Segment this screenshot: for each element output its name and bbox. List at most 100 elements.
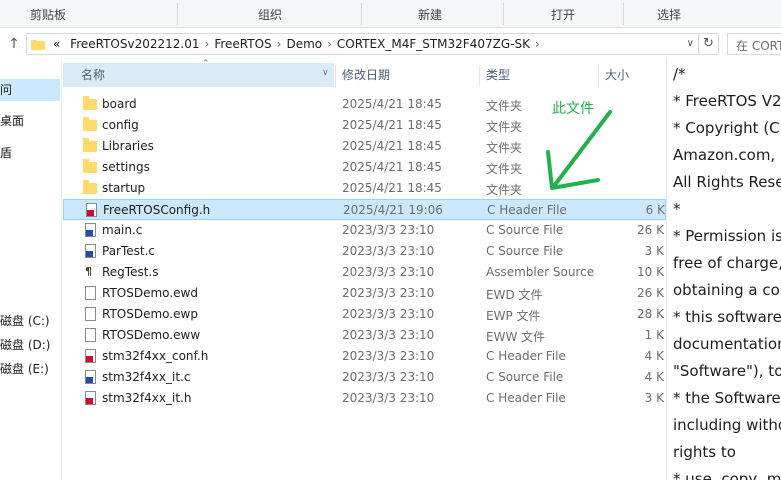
column-header-type[interactable]: 类型 <box>480 63 598 87</box>
up-arrow-icon[interactable]: ↑ <box>6 36 22 52</box>
ribbon-group-clipboard[interactable]: 剪贴板 <box>30 6 66 23</box>
c-source-file-icon <box>85 223 96 237</box>
file-size: 3 K <box>644 244 664 258</box>
navigation-pane: 问 桌面 盾 磁盘 (C:) 磁盘 (D:) 磁盘 (E:) <box>0 59 62 480</box>
breadcrumb: « FreeRTOSv202212.01 › FreeRTOS › Demo › CORTE… <box>53 37 545 51</box>
file-type: C Source File <box>486 244 564 258</box>
search-input[interactable]: 在 CORTEX... <box>727 33 781 55</box>
file-modified-date: 2025/4/21 18:45 <box>342 181 442 195</box>
chevron-right-icon[interactable]: › <box>535 37 540 51</box>
file-modified-date: 2023/3/3 23:10 <box>342 265 435 279</box>
address-bar[interactable]: « FreeRTOSv202212.01 › FreeRTOS › Demo › CORTE… <box>26 33 699 55</box>
file-size: 26 K <box>637 223 664 237</box>
ribbon-group-open[interactable]: 打开 <box>551 6 575 23</box>
file-size: 10 K <box>637 265 664 279</box>
nav-item-drive-c[interactable]: 磁盘 (C:) <box>0 310 60 332</box>
file-type: EWW 文件 <box>486 330 546 344</box>
file-size: 26 K <box>637 286 664 300</box>
file-row[interactable]: ¶ RegTest.s 2023/3/3 23:10 Assembler Source… <box>63 262 666 283</box>
file-name: startup <box>102 181 146 195</box>
file-type: EWP 文件 <box>486 309 541 323</box>
preview-line: * Permission is <box>673 227 781 245</box>
chevron-down-icon[interactable]: ∨ <box>322 68 329 78</box>
folder-icon <box>83 138 97 152</box>
file-name: main.c <box>102 223 143 237</box>
file-modified-date: 2023/3/3 23:10 <box>342 349 435 363</box>
preview-line: * FreeRTOS V2 <box>673 92 781 110</box>
file-row[interactable]: stm32f4xx_conf.h 2023/3/3 23:10 C Header F… <box>63 346 666 367</box>
nav-item-drive-e[interactable]: 磁盘 (E:) <box>0 358 60 380</box>
file-size: 6 K <box>645 203 665 217</box>
file-type: C Header File <box>486 349 566 363</box>
file-size: 4 K <box>644 370 664 384</box>
breadcrumb-overflow[interactable]: « <box>53 37 60 51</box>
file-row[interactable]: ParTest.c 2023/3/3 23:10 C Source File 3 K <box>63 241 666 262</box>
ribbon-group-select[interactable]: 选择 <box>657 6 681 23</box>
document-icon <box>85 328 96 342</box>
file-name: settings <box>102 160 150 174</box>
folder-icon <box>31 40 45 50</box>
file-type: 文件夹 <box>486 141 523 155</box>
breadcrumb-item[interactable]: CORTEX_M4F_STM32F407ZG-SK <box>337 37 530 51</box>
annotation-arrow-icon <box>546 110 612 190</box>
ribbon-divider <box>177 3 178 25</box>
preview-line: documentation <box>673 335 781 353</box>
c-header-file-icon <box>86 203 97 217</box>
chevron-right-icon[interactable]: › <box>327 37 332 51</box>
document-icon <box>85 307 96 321</box>
file-modified-date: 2023/3/3 23:10 <box>342 391 435 405</box>
nav-item-desktop[interactable]: 桌面 <box>0 110 60 132</box>
breadcrumb-item[interactable]: FreeRTOS <box>214 37 271 51</box>
file-type: C Header File <box>487 203 567 217</box>
column-header-size[interactable]: 大小 <box>599 63 666 87</box>
folder-icon <box>83 117 97 131</box>
file-name: RTOSDemo.ewd <box>102 286 198 300</box>
file-modified-date: 2023/3/3 23:10 <box>342 223 435 237</box>
file-row[interactable]: RTOSDemo.ewd 2023/3/3 23:10 EWD 文件 26 K <box>63 283 666 304</box>
file-row[interactable]: main.c 2023/3/3 23:10 C Source File 26 K <box>63 220 666 241</box>
preview-line: * use, copy, m <box>673 470 781 480</box>
ribbon-divider <box>503 3 504 25</box>
folder-icon <box>83 159 97 173</box>
nav-item-drive-d[interactable]: 磁盘 (D:) <box>0 334 60 356</box>
preview-line: * <box>673 200 681 218</box>
chevron-right-icon[interactable]: › <box>205 37 210 51</box>
file-modified-date: 2025/4/21 18:45 <box>342 139 442 153</box>
preview-line: "Software"), to <box>673 362 781 380</box>
document-icon <box>85 286 96 300</box>
folder-icon <box>83 96 97 110</box>
file-name: config <box>102 118 139 132</box>
file-modified-date: 2023/3/3 23:10 <box>342 286 435 300</box>
file-type: C Source File <box>486 223 564 237</box>
file-modified-date: 2025/4/21 18:45 <box>342 118 442 132</box>
address-row: ↑ « FreeRTOSv202212.01 › FreeRTOS › Demo › COR… <box>0 29 781 59</box>
file-modified-date: 2025/4/21 18:45 <box>342 97 442 111</box>
file-row[interactable]: stm32f4xx_it.c 2023/3/3 23:10 C Source Fil… <box>63 367 666 388</box>
ribbon-group-new[interactable]: 新建 <box>418 6 442 23</box>
file-type: 文件夹 <box>486 99 523 113</box>
column-header-date[interactable]: 修改日期 <box>336 63 479 87</box>
file-row[interactable]: RTOSDemo.ewp 2023/3/3 23:10 EWP 文件 28 K <box>63 304 666 325</box>
nav-item-library[interactable]: 盾 <box>0 142 60 164</box>
breadcrumb-item[interactable]: Demo <box>286 37 322 51</box>
file-row[interactable]: stm32f4xx_it.h 2023/3/3 23:10 C Header Fil… <box>63 388 666 409</box>
file-row[interactable]: FreeRTOSConfig.h 2025/4/21 19:06 C Header … <box>63 199 666 220</box>
c-header-file-icon <box>85 349 96 363</box>
ribbon: 剪贴板 组织 新建 打开 选择 <box>0 0 781 28</box>
column-header-name[interactable]: 名称 <box>63 63 334 87</box>
nav-item-quick-access[interactable]: 问 <box>0 79 60 101</box>
ribbon-group-organize[interactable]: 组织 <box>258 6 282 23</box>
refresh-icon[interactable]: ↻ <box>699 33 719 55</box>
chevron-down-icon[interactable]: ∨ <box>687 38 694 49</box>
file-size: 28 K <box>637 307 664 321</box>
file-row[interactable]: RTOSDemo.eww 2023/3/3 23:10 EWW 文件 1 K <box>63 325 666 346</box>
file-type: C Source File <box>486 370 564 384</box>
file-modified-date: 2023/3/3 23:10 <box>342 244 435 258</box>
file-size: 4 K <box>644 349 664 363</box>
file-size: 3 K <box>644 391 664 405</box>
file-name: RTOSDemo.ewp <box>102 307 198 321</box>
preview-pane: /* * FreeRTOS V2 * Copyright (C Amazon.co… <box>666 59 781 480</box>
breadcrumb-item[interactable]: FreeRTOSv202212.01 <box>70 37 199 51</box>
file-name: stm32f4xx_it.c <box>102 370 191 384</box>
chevron-right-icon[interactable]: › <box>277 37 282 51</box>
